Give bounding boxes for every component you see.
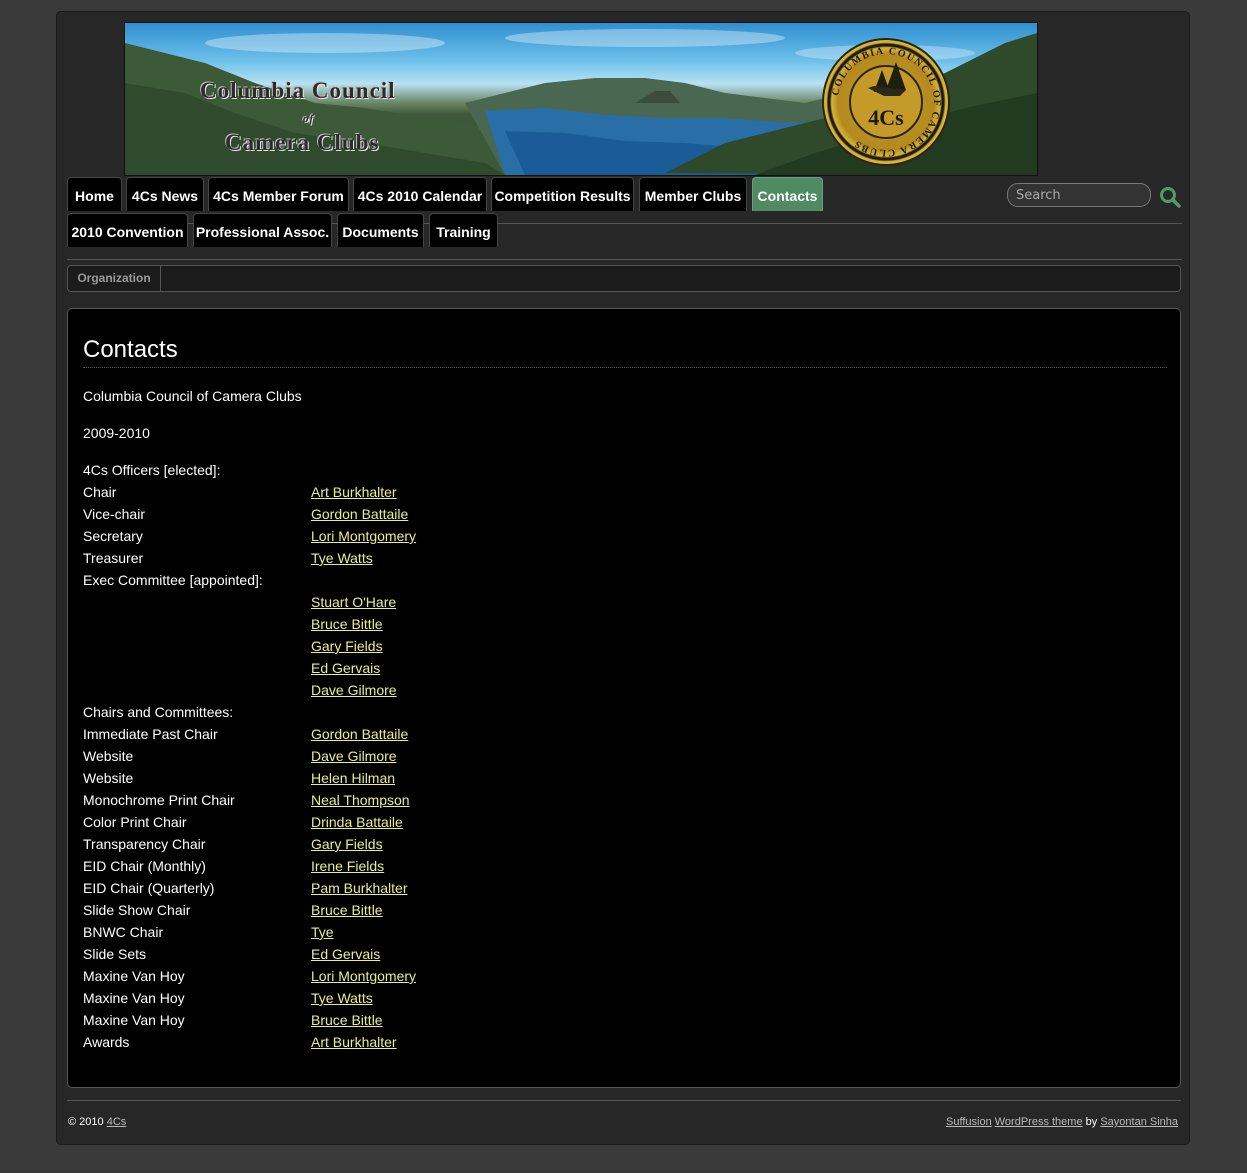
- chairs-heading: Chairs and Committees:: [83, 704, 234, 720]
- nav-tab-documents[interactable]: Documents: [337, 213, 424, 247]
- logo-seal: COLUMBIA COUNCIL OF CAMERA CLUBS 4Cs: [822, 38, 950, 166]
- footer-copyright: © 2010 4Cs: [68, 1116, 126, 1128]
- role-label: Slide Show Chair: [83, 902, 191, 918]
- contact-link[interactable]: Neal Thompson: [311, 792, 410, 808]
- nav-tab-contacts[interactable]: Contacts: [752, 177, 823, 211]
- subnav-bar: Organization: [67, 265, 1181, 292]
- contact-link[interactable]: Ed Gervais: [311, 660, 380, 676]
- role-label: Maxine Van Hoy: [83, 968, 185, 984]
- nav-tab-member-clubs[interactable]: Member Clubs: [639, 177, 747, 211]
- contact-link[interactable]: Helen Hilman: [311, 770, 395, 786]
- header-banner[interactable]: Columbia Council of Camera Clubs COLUMBI…: [124, 22, 1038, 176]
- contact-link[interactable]: Gary Fields: [311, 638, 383, 654]
- role-label: Immediate Past Chair: [83, 726, 218, 742]
- role-label: Transparency Chair: [83, 836, 206, 852]
- nav-tab-training[interactable]: Training: [429, 213, 498, 247]
- wordpress-link[interactable]: WordPress theme: [995, 1116, 1083, 1128]
- nav-tab-2010-convention[interactable]: 2010 Convention: [67, 213, 188, 247]
- role-label: Website: [83, 770, 134, 786]
- contact-link[interactable]: Bruce Bittle: [311, 902, 383, 918]
- role-label: EID Chair (Quarterly): [83, 880, 215, 896]
- search-icon[interactable]: [1159, 186, 1181, 208]
- seal-graphic: COLUMBIA COUNCIL OF CAMERA CLUBS 4Cs: [830, 46, 940, 158]
- role-label: Treasurer: [83, 550, 144, 566]
- contact-link[interactable]: Pam Burkhalter: [311, 880, 407, 896]
- org-name: Columbia Council of Camera Clubs: [83, 388, 302, 404]
- nav-tab-member-forum[interactable]: 4Cs Member Forum: [208, 177, 349, 211]
- contact-link[interactable]: Bruce Bittle: [311, 1012, 383, 1028]
- role-label: Maxine Van Hoy: [83, 1012, 185, 1028]
- contact-link[interactable]: Art Burkhalter: [311, 1034, 397, 1050]
- officers-heading: 4Cs Officers [elected]:: [83, 462, 221, 478]
- role-label: Secretary: [83, 528, 143, 544]
- role-label: Maxine Van Hoy: [83, 990, 185, 1006]
- contact-link[interactable]: Stuart O'Hare: [311, 594, 396, 610]
- theme-link[interactable]: Suffusion: [946, 1116, 992, 1128]
- contact-link[interactable]: Ed Gervais: [311, 946, 380, 962]
- copyright-text: © 2010: [68, 1116, 104, 1128]
- contact-link[interactable]: Gordon Battaile: [311, 726, 408, 742]
- nav-tab-home[interactable]: Home: [67, 177, 122, 211]
- contact-link[interactable]: Bruce Bittle: [311, 616, 383, 632]
- contact-link[interactable]: Irene Fields: [311, 858, 384, 874]
- banner-title-line1: Columbia Council: [200, 78, 396, 103]
- contact-link[interactable]: Gordon Battaile: [311, 506, 408, 522]
- exec-heading: Exec Committee [appointed]:: [83, 572, 263, 588]
- role-label: Slide Sets: [83, 946, 147, 962]
- page-title: Contacts: [83, 336, 178, 363]
- title-divider: [83, 367, 1167, 368]
- role-label: Website: [83, 748, 134, 764]
- author-link[interactable]: Sayontan Sinha: [1100, 1116, 1178, 1128]
- page-wrapper: Columbia Council of Camera Clubs COLUMBI…: [56, 11, 1190, 1145]
- content-panel: Contacts Columbia Council of Camera Club…: [67, 308, 1181, 1088]
- search-input[interactable]: [1007, 183, 1151, 207]
- contact-link[interactable]: Gary Fields: [311, 836, 383, 852]
- subnav-item-organization[interactable]: Organization: [68, 266, 161, 291]
- role-label: Chair: [83, 484, 117, 500]
- site-link[interactable]: 4Cs: [107, 1116, 127, 1128]
- banner-title-line3: Camera Clubs: [225, 130, 380, 155]
- nav-tab-professional-assoc[interactable]: Professional Assoc.: [193, 213, 332, 247]
- contact-link[interactable]: Dave Gilmore: [311, 682, 397, 698]
- role-label: Awards: [83, 1034, 130, 1050]
- nav-tab-competition-results[interactable]: Competition Results: [491, 177, 634, 211]
- contact-link[interactable]: Lori Montgomery: [311, 528, 416, 544]
- contact-link[interactable]: Tye: [311, 924, 334, 940]
- contact-link[interactable]: Tye Watts: [311, 990, 373, 1006]
- contact-link[interactable]: Lori Montgomery: [311, 968, 416, 984]
- nav-tab-4cs-news[interactable]: 4Cs News: [126, 177, 204, 211]
- role-label: Monochrome Print Chair: [83, 792, 235, 808]
- nav-divider: [67, 259, 1182, 260]
- year-range: 2009-2010: [83, 425, 150, 441]
- role-label: Vice-chair: [83, 506, 145, 522]
- contact-link[interactable]: Art Burkhalter: [311, 484, 397, 500]
- nav-tab-2010-calendar[interactable]: 4Cs 2010 Calendar: [353, 177, 487, 211]
- role-label: EID Chair (Monthly): [83, 858, 206, 874]
- footer-divider: [67, 1100, 1181, 1101]
- by-text: by: [1085, 1116, 1098, 1128]
- footer-credits: Suffusion WordPress theme by Sayontan Si…: [946, 1116, 1178, 1128]
- banner-title-line2: of: [303, 113, 315, 125]
- role-label: BNWC Chair: [83, 924, 164, 940]
- contact-link[interactable]: Dave Gilmore: [311, 748, 397, 764]
- contact-link[interactable]: Drinda Battaile: [311, 814, 403, 830]
- seal-text: 4Cs: [868, 105, 904, 130]
- role-label: Color Print Chair: [83, 814, 187, 830]
- contact-link[interactable]: Tye Watts: [311, 550, 373, 566]
